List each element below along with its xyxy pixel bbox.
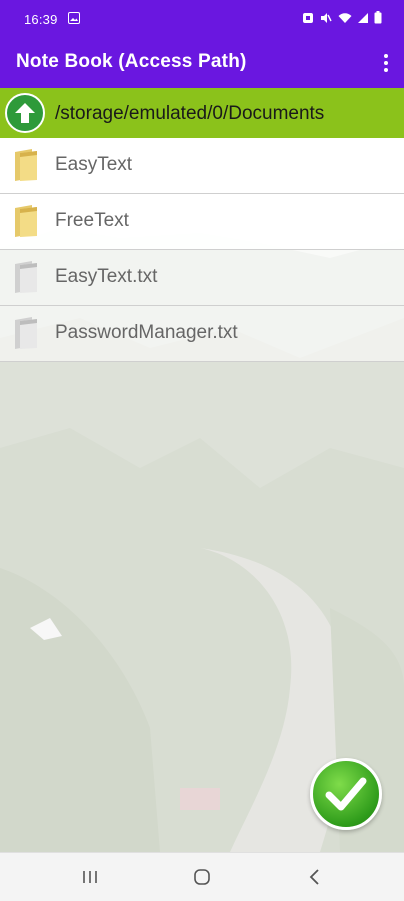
entry-name: PasswordManager.txt <box>55 322 238 343</box>
more-vert-icon[interactable] <box>382 52 390 74</box>
alarm-icon <box>302 12 314 27</box>
arrow-up-icon[interactable] <box>5 93 45 133</box>
entry-name: EasyText <box>55 154 133 175</box>
file-list: EasyText FreeText EasyText.txt PasswordM… <box>0 138 404 362</box>
signal-icon <box>358 12 368 27</box>
recent-apps-icon[interactable] <box>75 865 105 889</box>
current-path: /storage/emulated/0/Documents <box>55 103 325 124</box>
entry-name: EasyText.txt <box>55 266 158 287</box>
battery-icon <box>374 11 382 27</box>
app-bar: Note Book (Access Path) <box>0 38 404 88</box>
home-icon[interactable] <box>187 865 217 889</box>
confirm-button[interactable] <box>310 758 382 830</box>
file-icon <box>12 316 40 350</box>
folder-icon <box>12 204 40 238</box>
list-item-file-easytext-txt[interactable]: EasyText.txt <box>0 250 404 306</box>
list-item-file-passwordmanager-txt[interactable]: PasswordManager.txt <box>0 306 404 362</box>
entry-name: FreeText <box>55 210 129 231</box>
back-icon[interactable] <box>300 865 330 889</box>
mute-icon <box>320 12 332 27</box>
checkmark-icon <box>325 777 367 811</box>
list-item-folder-freetext[interactable]: FreeText <box>0 194 404 250</box>
path-bar: /storage/emulated/0/Documents <box>0 88 404 138</box>
folder-icon <box>12 148 40 182</box>
app-title: Note Book (Access Path) <box>16 51 247 72</box>
system-nav-bar <box>0 852 404 901</box>
status-bar: 16:39 <box>0 0 404 38</box>
list-item-folder-easytext[interactable]: EasyText <box>0 138 404 194</box>
gallery-notification-icon <box>68 12 80 27</box>
wifi-icon <box>338 12 352 27</box>
status-icons <box>302 11 382 27</box>
status-time: 16:39 <box>24 12 58 27</box>
file-icon <box>12 260 40 294</box>
